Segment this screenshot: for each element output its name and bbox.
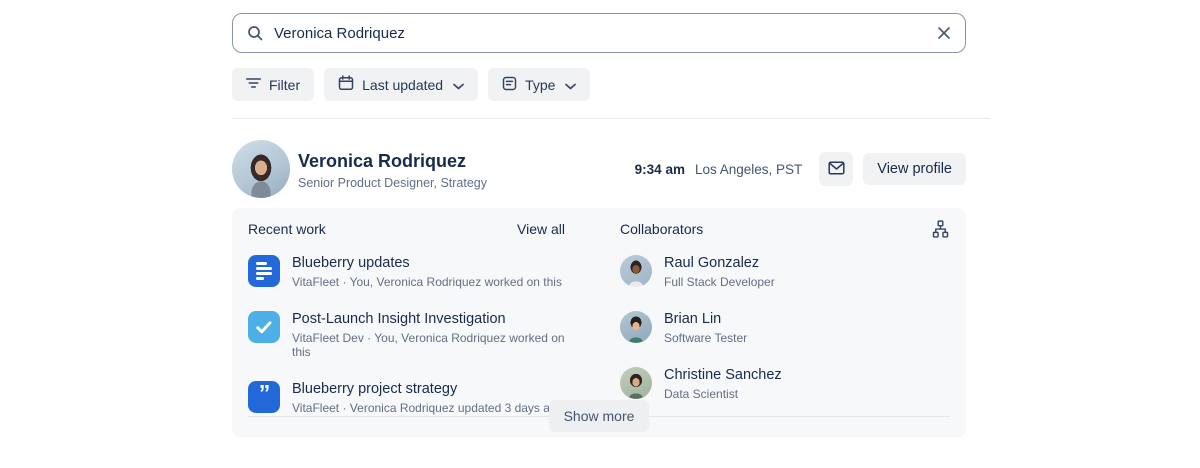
work-item-meta: VitaFleet · You, Veronica Rodriquez work… xyxy=(292,275,562,289)
type-dropdown[interactable]: Type xyxy=(488,68,590,101)
recent-work-item[interactable]: Post-Launch Insight Investigation VitaFl… xyxy=(248,311,565,359)
view-all-link[interactable]: View all xyxy=(517,221,565,237)
collaborator-item[interactable]: Brian Lin Software Tester xyxy=(620,311,950,345)
show-more-button[interactable]: Show more xyxy=(549,400,650,432)
document-icon xyxy=(248,255,280,287)
filter-button[interactable]: Filter xyxy=(232,68,314,101)
location-timezone: Los Angeles, PST xyxy=(695,162,802,177)
type-label: Type xyxy=(525,77,555,93)
collaborator-name[interactable]: Brian Lin xyxy=(664,311,747,328)
envelope-icon xyxy=(828,161,845,178)
last-updated-dropdown[interactable]: Last updated xyxy=(324,68,478,101)
search-query-text[interactable]: Veronica Rodriquez xyxy=(274,25,926,42)
footer-divider xyxy=(248,416,549,417)
collaborator-name[interactable]: Christine Sanchez xyxy=(664,367,782,384)
checkmark-icon xyxy=(248,311,280,343)
collaborator-role: Full Stack Developer xyxy=(664,275,775,289)
document-type-icon xyxy=(502,76,517,94)
collaborators-section: Collaborators Raul Gonzalez Full Stack xyxy=(620,220,950,425)
recent-work-section: Recent work View all Blueberry updates V… xyxy=(248,220,565,425)
avatar[interactable] xyxy=(232,140,290,198)
message-button[interactable] xyxy=(819,152,853,186)
results-divider xyxy=(232,118,990,119)
person-result-body: Recent work View all Blueberry updates V… xyxy=(232,208,966,437)
recent-work-item[interactable]: Blueberry updates VitaFleet · You, Veron… xyxy=(248,255,565,289)
avatar xyxy=(620,367,652,399)
work-item-title[interactable]: Blueberry updates xyxy=(292,255,562,272)
work-item-title[interactable]: Blueberry project strategy xyxy=(292,381,563,398)
avatar xyxy=(620,255,652,287)
avatar xyxy=(620,311,652,343)
calendar-icon xyxy=(338,75,354,94)
search-results-page: Veronica Rodriquez Filter xyxy=(232,0,966,437)
filter-bar: Filter Last updated xyxy=(232,68,966,101)
clear-search-button[interactable] xyxy=(937,26,951,40)
last-updated-label: Last updated xyxy=(362,77,443,93)
local-time: 9:34 am xyxy=(635,162,685,177)
chevron-down-icon xyxy=(565,77,576,93)
collaborator-role: Software Tester xyxy=(664,331,747,345)
person-result-header: Veronica Rodriquez Senior Product Design… xyxy=(232,140,966,198)
view-profile-button[interactable]: View profile xyxy=(863,153,966,185)
show-more-area: Show more xyxy=(248,401,950,431)
collaborator-item[interactable]: Raul Gonzalez Full Stack Developer xyxy=(620,255,950,289)
collaborator-item[interactable]: Christine Sanchez Data Scientist xyxy=(620,367,950,401)
chevron-down-icon xyxy=(453,77,464,93)
work-item-meta: VitaFleet Dev · You, Veronica Rodriquez … xyxy=(292,331,565,359)
work-item-title[interactable]: Post-Launch Insight Investigation xyxy=(292,311,565,328)
collaborator-role: Data Scientist xyxy=(664,387,782,401)
filter-icon xyxy=(246,76,261,93)
org-chart-icon[interactable] xyxy=(931,220,950,239)
footer-divider xyxy=(649,416,950,417)
collaborators-title: Collaborators xyxy=(620,221,703,237)
recent-work-title: Recent work xyxy=(248,221,326,237)
search-input[interactable]: Veronica Rodriquez xyxy=(232,13,966,53)
person-role: Senior Product Designer, Strategy xyxy=(298,176,487,190)
search-icon xyxy=(247,25,263,41)
collaborator-name[interactable]: Raul Gonzalez xyxy=(664,255,775,272)
filter-label: Filter xyxy=(269,77,300,93)
person-name[interactable]: Veronica Rodriquez xyxy=(298,149,487,173)
